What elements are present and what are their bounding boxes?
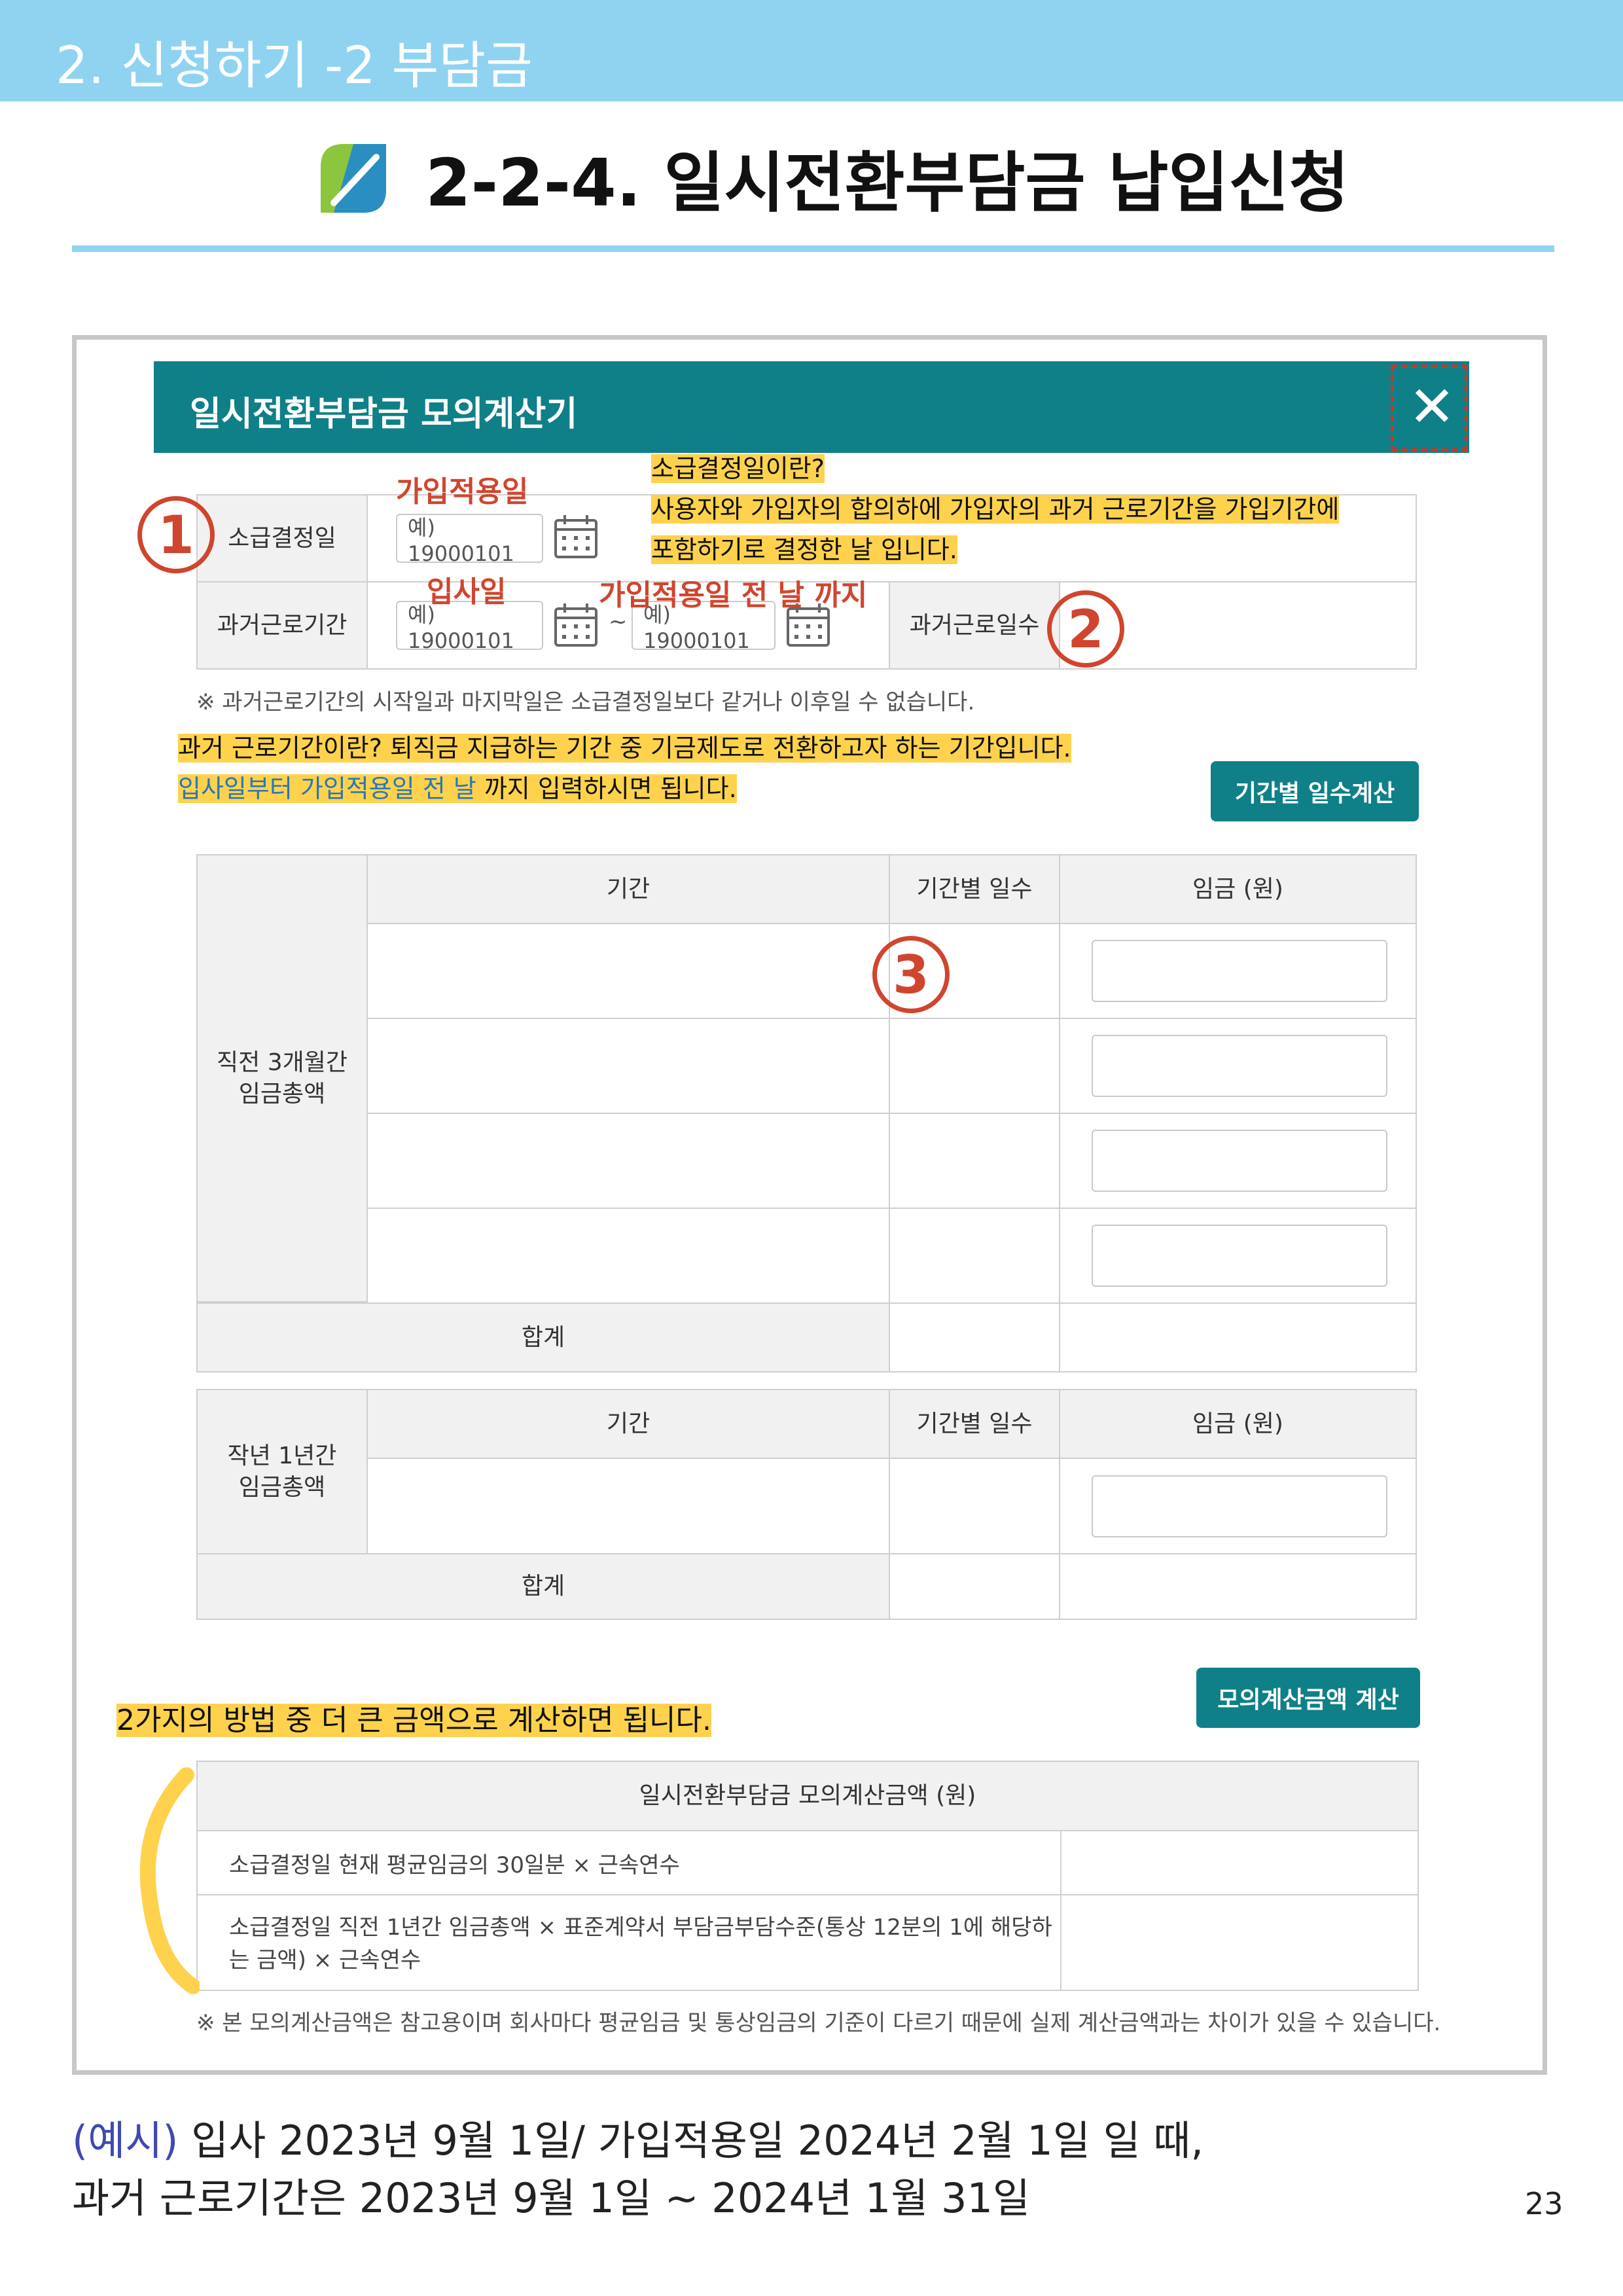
table2-col-days: 기간별 일수	[889, 1389, 1060, 1459]
past-period-question: 과거 근로기간이란? 퇴직금 지급하는 기간 중 기금제도로 전환하고자 하는 …	[178, 734, 1071, 762]
bracket-highlight	[139, 1767, 200, 1994]
result-header: 일시전환부담금 모의계산금액 (원)	[196, 1761, 1419, 1831]
wage-input[interactable]	[1092, 1130, 1387, 1192]
table2-total-wage	[1059, 1553, 1417, 1620]
table2-days-cell	[889, 1458, 1060, 1554]
table2-col-period: 기간	[366, 1389, 890, 1459]
annot-past-period-definition: 과거 근로기간이란? 퇴직금 지급하는 기간 중 기금제도로 전환하고자 하는 …	[178, 728, 1071, 809]
two-methods-text: 2가지의 방법 중 더 큰 금액으로 계산하면 됩니다.	[116, 1704, 712, 1737]
leaf-logo-icon	[321, 144, 386, 213]
title-underline	[72, 245, 1554, 252]
close-button[interactable]: ✕	[1391, 365, 1468, 452]
step-badge-1: 1	[137, 496, 215, 573]
wage-input[interactable]	[1092, 1475, 1387, 1537]
wage-input[interactable]	[1092, 1225, 1387, 1287]
wage-input[interactable]	[1092, 1035, 1387, 1097]
table1-row-header: 직전 3개월간 임금총액	[196, 854, 368, 1302]
calendar-icon[interactable]	[553, 514, 599, 560]
table1-total-wage	[1059, 1302, 1417, 1372]
step-badge-2: 2	[1047, 590, 1124, 668]
page-title: 2-2-4. 일시전환부담금 납입신청	[308, 128, 1349, 226]
result-method1-label: 소급결정일 현재 평균임금의 30일분 × 근속연수	[196, 1830, 1061, 1895]
close-icon: ✕	[1408, 374, 1456, 440]
annot-until-prev-day: 가입적용일 전 날 까지	[599, 579, 868, 612]
annot-two-methods: 2가지의 방법 중 더 큰 금액으로 계산하면 됩니다.	[116, 1700, 712, 1741]
example-line1: (예시) 입사 2023년 9월 1일/ 가입적용일 2024년 2월 1일 일…	[72, 2108, 1204, 2166]
example-prefix: (예시)	[72, 2117, 179, 2164]
table1-total-label: 합계	[196, 1302, 890, 1372]
table2-total-days	[889, 1553, 1060, 1620]
label-past-work-days: 과거근로일수	[889, 581, 1060, 670]
section-header-text: 2. 신청하기 -2 부담금	[56, 37, 533, 96]
annot-retro-definition: 소급결정일이란? 사용자와 가입자의 합의하에 가입자의 과거 근로기간을 가입…	[651, 448, 1340, 570]
annot-hire-date: 입사일	[427, 575, 507, 609]
table1-total-days	[889, 1302, 1060, 1372]
calendar-icon[interactable]	[553, 602, 599, 648]
past-period-answer-rest: 까지 입력하시면 됩니다.	[476, 774, 737, 803]
table1-days-cell	[889, 1113, 1060, 1209]
period-footnote: ※ 과거근로기간의 시작일과 마지막일은 소급결정일보다 같거나 이후일 수 없…	[196, 689, 975, 715]
step-badge-3: 3	[872, 936, 950, 1013]
table1-period-cell	[366, 1208, 890, 1304]
retro-answer-line1: 사용자와 가입자의 합의하에 가입자의 과거 근로기간을 가입기간에	[651, 495, 1340, 524]
mock-calc-disclaimer: ※ 본 모의계산금액은 참고용이며 회사마다 평균임금 및 통상임금의 기준이 …	[196, 2010, 1441, 2036]
result-method2-line1: 소급결정일 직전 1년간 임금총액 × 표준계약서 부담금부담수준(통상 12분…	[229, 1914, 1052, 1941]
table1-period-cell	[366, 923, 890, 1019]
result-method2-line2: 는 금액) × 근속연수	[229, 1947, 421, 1973]
page-title-text: 2-2-4. 일시전환부담금 납입신청	[425, 144, 1349, 221]
section-header-band: 2. 신청하기 -2 부담금	[0, 0, 1623, 101]
mock-calc-button[interactable]: 모의계산금액 계산	[1196, 1668, 1420, 1728]
result-method1-value	[1060, 1830, 1419, 1895]
past-period-answer-highlight: 입사일부터 가입적용일 전 날	[178, 774, 476, 803]
wage-input[interactable]	[1092, 940, 1387, 1002]
label-retro-date: 소급결정일	[196, 494, 368, 583]
days-calc-button[interactable]: 기간별 일수계산	[1211, 761, 1419, 821]
retro-answer-line2: 포함하기로 결정한 날 입니다.	[651, 535, 957, 564]
retro-question: 소급결정일이란?	[651, 454, 825, 483]
retro-date-input[interactable]: 예) 19000101	[396, 514, 543, 566]
page-number: 23	[1525, 2186, 1563, 2221]
example-line1-text: 입사 2023년 9월 1일/ 가입적용일 2024년 2월 1일 일 때,	[178, 2117, 1204, 2164]
table2-total-label: 합계	[196, 1553, 890, 1620]
table2-period-cell	[366, 1458, 890, 1554]
example-line2: 과거 근로기간은 2023년 9월 1일 ~ 2024년 1월 31일	[72, 2174, 1030, 2222]
table2-row-header: 작년 1년간 임금총액	[196, 1389, 368, 1554]
modal-title: 일시전환부담금 모의계산기	[190, 395, 578, 434]
result-method2-label: 소급결정일 직전 1년간 임금총액 × 표준계약서 부담금부담수준(통상 12분…	[196, 1894, 1061, 1991]
result-method2-value	[1060, 1894, 1419, 1991]
table1-period-cell	[366, 1113, 890, 1209]
table1-days-cell	[889, 1018, 1060, 1114]
table1-days-cell	[889, 1208, 1060, 1304]
table1-col-days: 기간별 일수	[889, 854, 1060, 924]
table1-period-cell	[366, 1018, 890, 1114]
modal-header: 일시전환부담금 모의계산기	[154, 361, 1469, 453]
table1-col-wage: 임금 (원)	[1059, 854, 1417, 924]
annot-join-date: 가입적용일	[396, 475, 529, 509]
table1-col-period: 기간	[366, 854, 890, 924]
label-past-period: 과거근로기간	[196, 581, 368, 670]
table2-col-wage: 임금 (원)	[1059, 1389, 1417, 1459]
